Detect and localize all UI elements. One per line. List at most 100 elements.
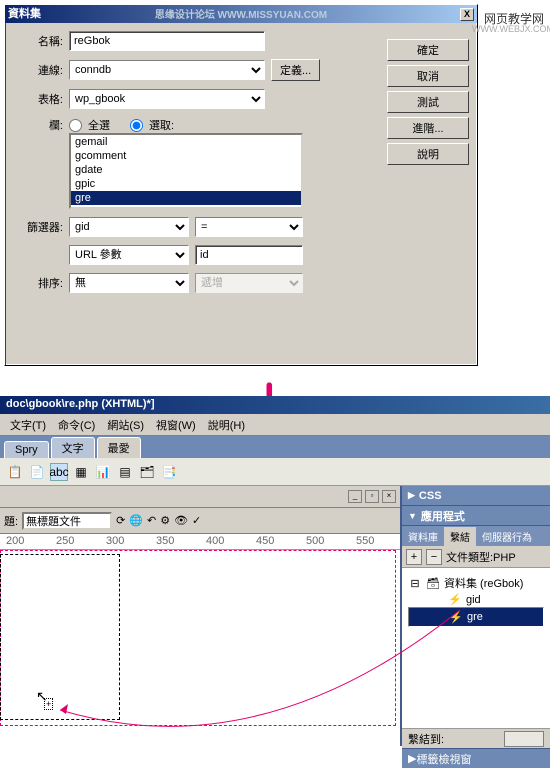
tool-icon[interactable]: 📑: [160, 463, 178, 481]
css-panel-header[interactable]: ▶CSS: [402, 486, 550, 506]
cell-outline: [0, 554, 120, 720]
tab-database[interactable]: 資料庫: [402, 527, 444, 546]
menu-window[interactable]: 視窗(W): [152, 415, 200, 435]
tab-favorites[interactable]: 最愛: [97, 437, 141, 458]
toolbar-icon[interactable]: ✓: [192, 514, 201, 527]
bindto-target[interactable]: [504, 731, 544, 747]
add-button[interactable]: +: [406, 549, 422, 565]
chevron-right-icon: ▶: [408, 752, 416, 765]
tool-icon[interactable]: 📄: [28, 463, 46, 481]
toolbar-icon[interactable]: ↶: [147, 514, 156, 527]
list-item[interactable]: gdate: [71, 163, 301, 177]
tool-icon[interactable]: ▦: [72, 463, 90, 481]
app-panel-header[interactable]: ▼應用程式: [402, 506, 550, 526]
help-button[interactable]: 說明: [387, 143, 469, 165]
tool-icon[interactable]: 📋: [6, 463, 24, 481]
close-icon[interactable]: X: [460, 8, 474, 21]
chevron-right-icon: ▶: [408, 490, 415, 501]
chevron-down-icon: ▼: [408, 511, 417, 521]
remove-button[interactable]: −: [426, 549, 442, 565]
recordset-dialog: 資料集 思缘设计论坛 WWW.MISSYUAN.COM X 名稱: 連線: co…: [4, 4, 478, 366]
sort-label: 排序:: [17, 275, 63, 291]
test-button[interactable]: 測試: [387, 91, 469, 113]
toolbar-icon[interactable]: 🌐: [129, 514, 143, 527]
taginspector-header[interactable]: ▶ 標籤檢視窗: [402, 748, 550, 768]
toolbar-icon[interactable]: ⟳: [116, 514, 125, 527]
close-icon[interactable]: ×: [382, 490, 396, 503]
tool-icon[interactable]: 🗂: [138, 463, 156, 481]
table-label: 表格:: [17, 91, 63, 107]
conn-label: 連線:: [17, 62, 63, 78]
recordset-icon: 🗃: [426, 577, 440, 590]
bolt-icon: ⚡: [449, 611, 463, 624]
tab-server-behaviors[interactable]: 伺服器行為: [476, 527, 538, 546]
tree-field[interactable]: ⚡ gid: [408, 592, 544, 607]
table-select[interactable]: wp_gbook: [69, 89, 265, 109]
urlparam-select[interactable]: URL 參數: [69, 245, 189, 265]
document-toolbar: 題: ⟳ 🌐 ↶ ⚙ 👁 ✓: [0, 508, 400, 534]
insert-toolbar: 📋 📄 abc ▦ 📊 ▤ 🗂 📑: [0, 458, 550, 486]
dialog-title: 資料集: [8, 5, 41, 23]
tool-icon[interactable]: abc: [50, 463, 68, 481]
list-item[interactable]: gemail: [71, 135, 301, 149]
connection-select[interactable]: conndb: [69, 60, 265, 80]
define-button[interactable]: 定義...: [271, 59, 320, 81]
app-titlebar: doc\gbook\re.php (XHTML)*]: [0, 396, 550, 414]
filter-op-select[interactable]: =: [195, 217, 303, 237]
bindto-label: 繫結到:: [408, 731, 444, 747]
menubar[interactable]: 文字(T) 命令(C) 網站(S) 視窗(W) 說明(H): [0, 414, 550, 436]
document-editor: _ ▫ × 題: ⟳ 🌐 ↶ ⚙ 👁 ✓ 200 250 300 350 400: [0, 486, 402, 746]
watermark: 思缘设计论坛 WWW.MISSYUAN.COM: [155, 7, 327, 25]
menu-site[interactable]: 網站(S): [103, 415, 148, 435]
title-input[interactable]: [22, 512, 112, 530]
bindings-tree[interactable]: ⊟ 🗃 資料集 (reGbok) ⚡ gid ⚡ gre: [402, 568, 550, 728]
tree-recordset[interactable]: ⊟ 🗃 資料集 (reGbok): [408, 574, 544, 592]
tree-field-selected[interactable]: ⚡ gre: [408, 607, 544, 627]
menu-help[interactable]: 說明(H): [204, 415, 249, 435]
cancel-button[interactable]: 取消: [387, 65, 469, 87]
radio-all[interactable]: [69, 119, 82, 132]
urlparam-input[interactable]: [195, 245, 303, 265]
columns-listbox[interactable]: gemail gcomment gdate gpic gre: [69, 133, 303, 209]
sort-dir-select: 遞增: [195, 273, 303, 293]
sort-field-select[interactable]: 無: [69, 273, 189, 293]
ok-button[interactable]: 確定: [387, 39, 469, 61]
tab-text[interactable]: 文字: [51, 437, 95, 458]
side-panels: ▶CSS ▼應用程式 資料庫 繫結 伺服器行為 + − 文件類型:PHP ⊟ 🗃…: [402, 486, 550, 746]
list-item[interactable]: gpic: [71, 177, 301, 191]
radio-selected-label: 選取:: [149, 117, 174, 133]
restore-icon[interactable]: ▫: [365, 490, 379, 503]
app-panel-tabs: 資料庫 繫結 伺服器行為: [402, 526, 550, 546]
tool-icon[interactable]: ▤: [116, 463, 134, 481]
filter-label: 篩選器:: [17, 219, 63, 235]
editor-window-controls: _ ▫ ×: [0, 486, 400, 508]
name-label: 名稱:: [17, 33, 63, 49]
cursor-icon: ↖+: [36, 688, 48, 705]
design-canvas[interactable]: ↖+: [0, 550, 400, 746]
insert-tabstrip: Spry 文字 最愛: [0, 436, 550, 458]
toolbar-icon[interactable]: 👁: [174, 514, 188, 527]
minimize-icon[interactable]: _: [348, 490, 362, 503]
bindings-footer: 繫結到:: [402, 728, 550, 748]
menu-text[interactable]: 文字(T): [6, 415, 50, 435]
advanced-button[interactable]: 進階...: [387, 117, 469, 139]
bolt-icon: ⚡: [448, 593, 462, 606]
title-label: 題:: [4, 513, 18, 529]
tab-spry[interactable]: Spry: [4, 441, 49, 458]
dreamweaver-window: doc\gbook\re.php (XHTML)*] 文字(T) 命令(C) 網…: [0, 396, 550, 724]
columns-label: 欄:: [17, 117, 63, 133]
list-item-selected[interactable]: gre: [71, 191, 301, 205]
radio-all-label: 全選: [88, 117, 110, 133]
name-input[interactable]: [69, 31, 265, 51]
toolbar-icon[interactable]: ⚙: [160, 514, 170, 527]
doctype-label: 文件類型:PHP: [446, 549, 516, 565]
tab-bindings[interactable]: 繫結: [444, 527, 476, 546]
minus-icon[interactable]: ⊟: [408, 577, 422, 590]
radio-selected[interactable]: [130, 119, 143, 132]
ruler: 200 250 300 350 400 450 500 550: [0, 534, 400, 550]
list-item[interactable]: gcomment: [71, 149, 301, 163]
menu-commands[interactable]: 命令(C): [54, 415, 99, 435]
dialog-titlebar[interactable]: 資料集 思缘设计论坛 WWW.MISSYUAN.COM X: [5, 5, 477, 23]
tool-icon[interactable]: 📊: [94, 463, 112, 481]
filter-field-select[interactable]: gid: [69, 217, 189, 237]
